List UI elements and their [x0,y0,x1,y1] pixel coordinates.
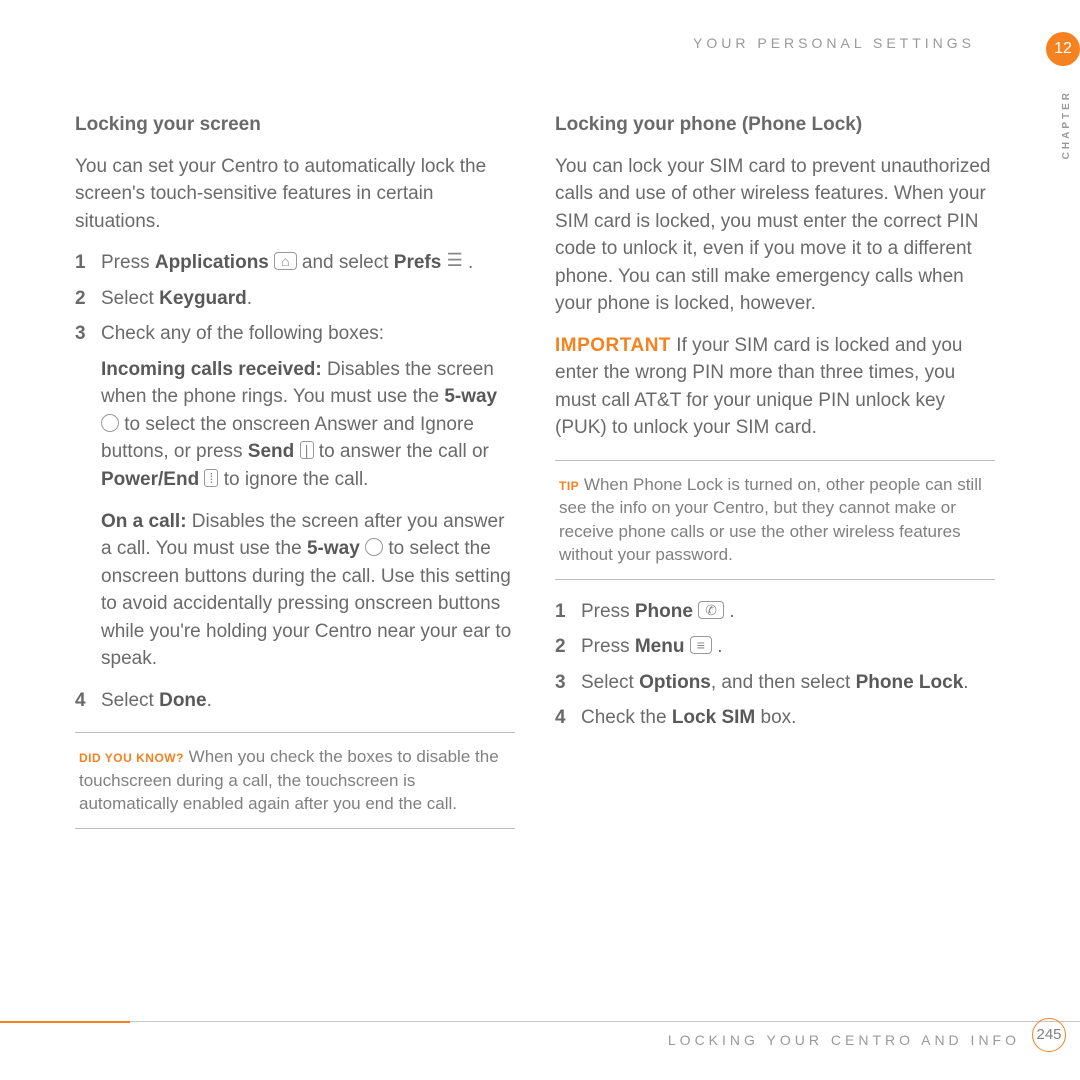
right-heading: Locking your phone (Phone Lock) [555,111,995,139]
send-icon: | [300,441,314,459]
section-header: YOUR PERSONAL SETTINGS [75,35,1015,51]
tip-box: TIP When Phone Lock is turned on, other … [555,460,995,580]
page-number: 245 [1032,1018,1066,1052]
page-body: YOUR PERSONAL SETTINGS Locking your scre… [75,35,1015,847]
phone-icon: ✆ [698,601,724,619]
right-column: Locking your phone (Phone Lock) You can … [555,111,995,847]
power-end-icon: ⁞ [204,469,218,487]
left-step-4: 4 Select Done. [75,687,515,715]
right-intro: You can lock your SIM card to prevent un… [555,153,995,318]
five-way-icon [365,538,383,556]
page-footer: LOCKING YOUR CENTRO AND INFO [0,1021,1080,1048]
tip-tag: TIP [559,479,579,493]
prefs-icon: ☰ [447,252,463,270]
right-step-4: 4 Check the Lock SIM box. [555,704,995,732]
did-you-know-tag: DID YOU KNOW? [79,751,184,765]
five-way-icon [101,414,119,432]
left-column: Locking your screen You can set your Cen… [75,111,515,847]
menu-icon: ≡ [690,636,712,654]
incoming-calls-block: Incoming calls received: Disables the sc… [75,356,515,494]
right-step-2: 2 Press Menu ≡ . [555,633,995,661]
left-step-1: 1 Press Applications ⌂ and select Prefs … [75,249,515,277]
chapter-label: CHAPTER [1061,90,1072,159]
did-you-know-box: DID YOU KNOW? When you check the boxes t… [75,732,515,828]
important-block: IMPORTANT If your SIM card is locked and… [555,332,995,442]
left-heading: Locking your screen [75,111,515,139]
right-step-3: 3 Select Options, and then select Phone … [555,669,995,697]
left-step-3: 3 Check any of the following boxes: [75,320,515,348]
footer-accent [0,1021,130,1023]
applications-icon: ⌂ [274,252,296,270]
left-step-2: 2 Select Keyguard. [75,285,515,313]
footer-section-title: LOCKING YOUR CENTRO AND INFO [0,1032,1080,1048]
right-step-1: 1 Press Phone ✆ . [555,598,995,626]
important-tag: IMPORTANT [555,335,671,356]
left-intro: You can set your Centro to automatically… [75,153,515,236]
chapter-number-badge: 12 [1046,32,1080,66]
on-a-call-block: On a call: Disables the screen after you… [75,508,515,673]
